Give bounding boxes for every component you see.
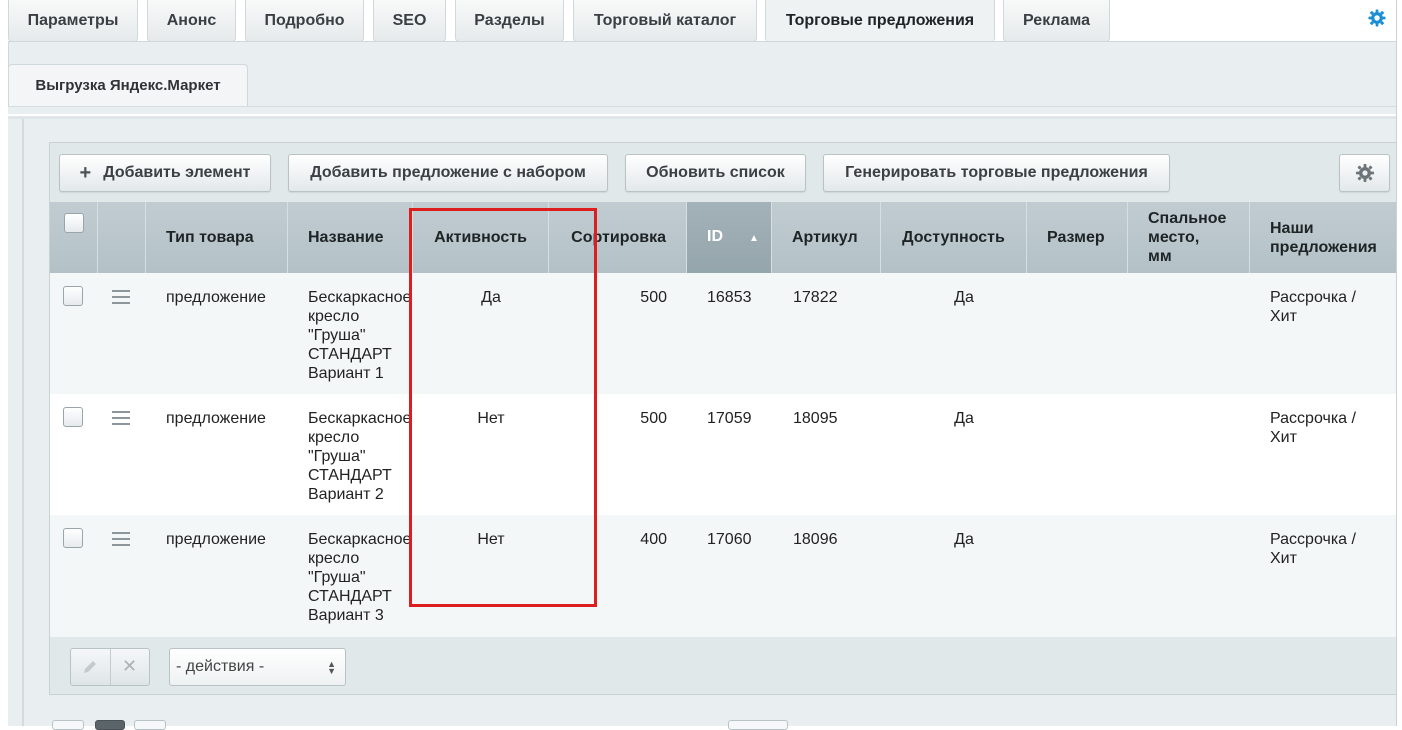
cell-name-line: "Груша"	[308, 327, 366, 344]
row-checkbox[interactable]	[63, 528, 83, 548]
subtab-underline	[8, 106, 1396, 114]
cell-name[interactable]: Бескаркасное кресло "Груша" СТАНДАРТ Вар…	[308, 530, 411, 625]
tab-trade-catalog[interactable]: Торговый каталог	[573, 0, 757, 42]
cell-our-offers: Рассрочка / Хит	[1270, 530, 1356, 568]
cell-our-offers-line: Рассрочка /	[1270, 410, 1356, 427]
pager-button-active[interactable]	[95, 720, 125, 730]
header-our-offers-line1: Наши	[1270, 219, 1314, 237]
plus-icon: +	[79, 161, 92, 184]
cell-name-line: "Груша"	[308, 569, 366, 586]
header-size[interactable]: Размер	[1027, 202, 1128, 273]
cell-name-line: кресло	[308, 550, 360, 567]
pager-button[interactable]	[134, 720, 166, 730]
header-actions-cell	[98, 202, 146, 273]
cell-article: 18095	[793, 410, 838, 427]
tab-seo[interactable]: SEO	[373, 0, 446, 42]
cell-article: 17822	[793, 289, 838, 306]
cell-our-offers: Рассрочка / Хит	[1270, 288, 1356, 326]
cell-name-line: Бескаркасное	[308, 289, 412, 306]
tab-advertising[interactable]: Реклама	[1003, 0, 1110, 42]
cell-availability: Да	[954, 531, 974, 548]
cell-name-line: Бескаркасное	[308, 410, 412, 427]
header-our-offers-line2: предложения	[1270, 238, 1377, 256]
cell-name-line: Вариант 3	[308, 607, 384, 624]
settings-gear-icon[interactable]	[1368, 9, 1386, 27]
add-element-label: Добавить элемент	[103, 164, 251, 181]
cell-article: 18096	[793, 531, 838, 548]
header-sleeping-line2: место,	[1148, 229, 1200, 246]
header-product-type[interactable]: Тип товара	[146, 202, 288, 273]
cell-availability: Да	[954, 410, 974, 427]
cell-name-line: СТАНДАРТ	[308, 346, 392, 363]
cell-our-offers-line: Хит	[1270, 429, 1297, 446]
cell-id: 17059	[707, 410, 752, 427]
add-element-button[interactable]: + Добавить элемент	[59, 154, 271, 192]
table-row[interactable]: предложение Бескаркасное кресло "Груша" …	[50, 515, 1396, 637]
cell-id: 16853	[707, 289, 752, 306]
header-availability[interactable]: Доступность	[881, 202, 1027, 273]
cell-name-line: кресло	[308, 429, 360, 446]
panel-border	[22, 119, 24, 726]
cell-name-line: Вариант 2	[308, 486, 384, 503]
cell-name-line: кресло	[308, 308, 360, 325]
cell-our-offers-line: Хит	[1270, 308, 1297, 325]
actions-select[interactable]: - действия - ▲ ▼	[169, 648, 346, 686]
add-offer-set-button[interactable]: Добавить предложение с набором	[288, 154, 608, 192]
cell-type: предложение	[166, 531, 266, 548]
drag-menu-icon[interactable]	[112, 411, 130, 425]
cell-type: предложение	[166, 410, 266, 427]
tab-yandex-market-export[interactable]: Выгрузка Яндекс.Маркет	[8, 64, 248, 106]
cell-name[interactable]: Бескаркасное кресло "Груша" СТАНДАРТ Вар…	[308, 409, 411, 504]
row-checkbox[interactable]	[63, 286, 83, 306]
refresh-list-button[interactable]: Обновить список	[625, 154, 806, 192]
header-sleeping-line1: Спальное	[1148, 210, 1227, 227]
cell-name-line: Бескаркасное	[308, 531, 412, 548]
actions-select-value: - действия -	[176, 658, 265, 675]
sort-asc-icon: ▲	[749, 233, 759, 244]
cell-id: 17060	[707, 531, 752, 548]
cell-name-line: СТАНДАРТ	[308, 588, 392, 605]
cell-name-line: Вариант 1	[308, 365, 384, 382]
header-id[interactable]: ID ▲	[687, 202, 772, 273]
row-checkbox[interactable]	[63, 407, 83, 427]
header-name[interactable]: Название	[288, 202, 413, 273]
header-sleeping-line3: мм	[1148, 248, 1172, 265]
generate-offers-button[interactable]: Генерировать торговые предложения	[823, 154, 1170, 192]
cell-name[interactable]: Бескаркасное кресло "Груша" СТАНДАРТ Вар…	[308, 288, 411, 383]
tab-sections[interactable]: Разделы	[455, 0, 564, 42]
tab-trade-offers[interactable]: Торговые предложения	[765, 0, 995, 42]
gear-icon	[1355, 164, 1374, 182]
page-size-select[interactable]	[728, 720, 788, 730]
header-sleeping-place[interactable]: Спальное место, мм	[1128, 202, 1250, 273]
header-article[interactable]: Артикул	[772, 202, 881, 273]
cell-type: предложение	[166, 289, 266, 306]
delete-x-icon[interactable]: ✕	[122, 656, 137, 677]
header-our-offers[interactable]: Наши предложения	[1250, 202, 1396, 273]
cell-our-offers-line: Рассрочка /	[1270, 531, 1356, 548]
select-arrows-icon: ▲ ▼	[327, 659, 336, 676]
pager-button[interactable]	[52, 720, 84, 730]
tab-parameters[interactable]: Параметры	[8, 0, 138, 42]
cell-name-line: СТАНДАРТ	[308, 467, 392, 484]
scrollbar[interactable]	[1396, 0, 1402, 726]
drag-menu-icon[interactable]	[112, 532, 130, 546]
cell-our-offers-line: Рассрочка /	[1270, 289, 1356, 306]
pencil-icon[interactable]	[81, 658, 99, 676]
tab-details[interactable]: Подробно	[245, 0, 364, 42]
header-id-label: ID	[707, 227, 723, 245]
drag-menu-icon[interactable]	[112, 290, 130, 304]
table-row[interactable]: предложение Бескаркасное кресло "Груша" …	[50, 273, 1396, 394]
header-select-all-cell	[50, 202, 98, 273]
select-all-checkbox[interactable]	[63, 212, 84, 233]
table-row[interactable]: предложение Бескаркасное кресло "Груша" …	[50, 394, 1396, 515]
highlight-frame	[409, 208, 597, 607]
cell-our-offers: Рассрочка / Хит	[1270, 409, 1356, 447]
grid-settings-button[interactable]	[1339, 154, 1390, 192]
button-divider	[110, 649, 111, 685]
group-edit-buttons: ✕	[70, 648, 150, 686]
cell-name-line: "Груша"	[308, 448, 366, 465]
cell-availability: Да	[954, 289, 974, 306]
tab-announce[interactable]: Анонс	[147, 0, 236, 42]
cell-our-offers-line: Хит	[1270, 550, 1297, 567]
